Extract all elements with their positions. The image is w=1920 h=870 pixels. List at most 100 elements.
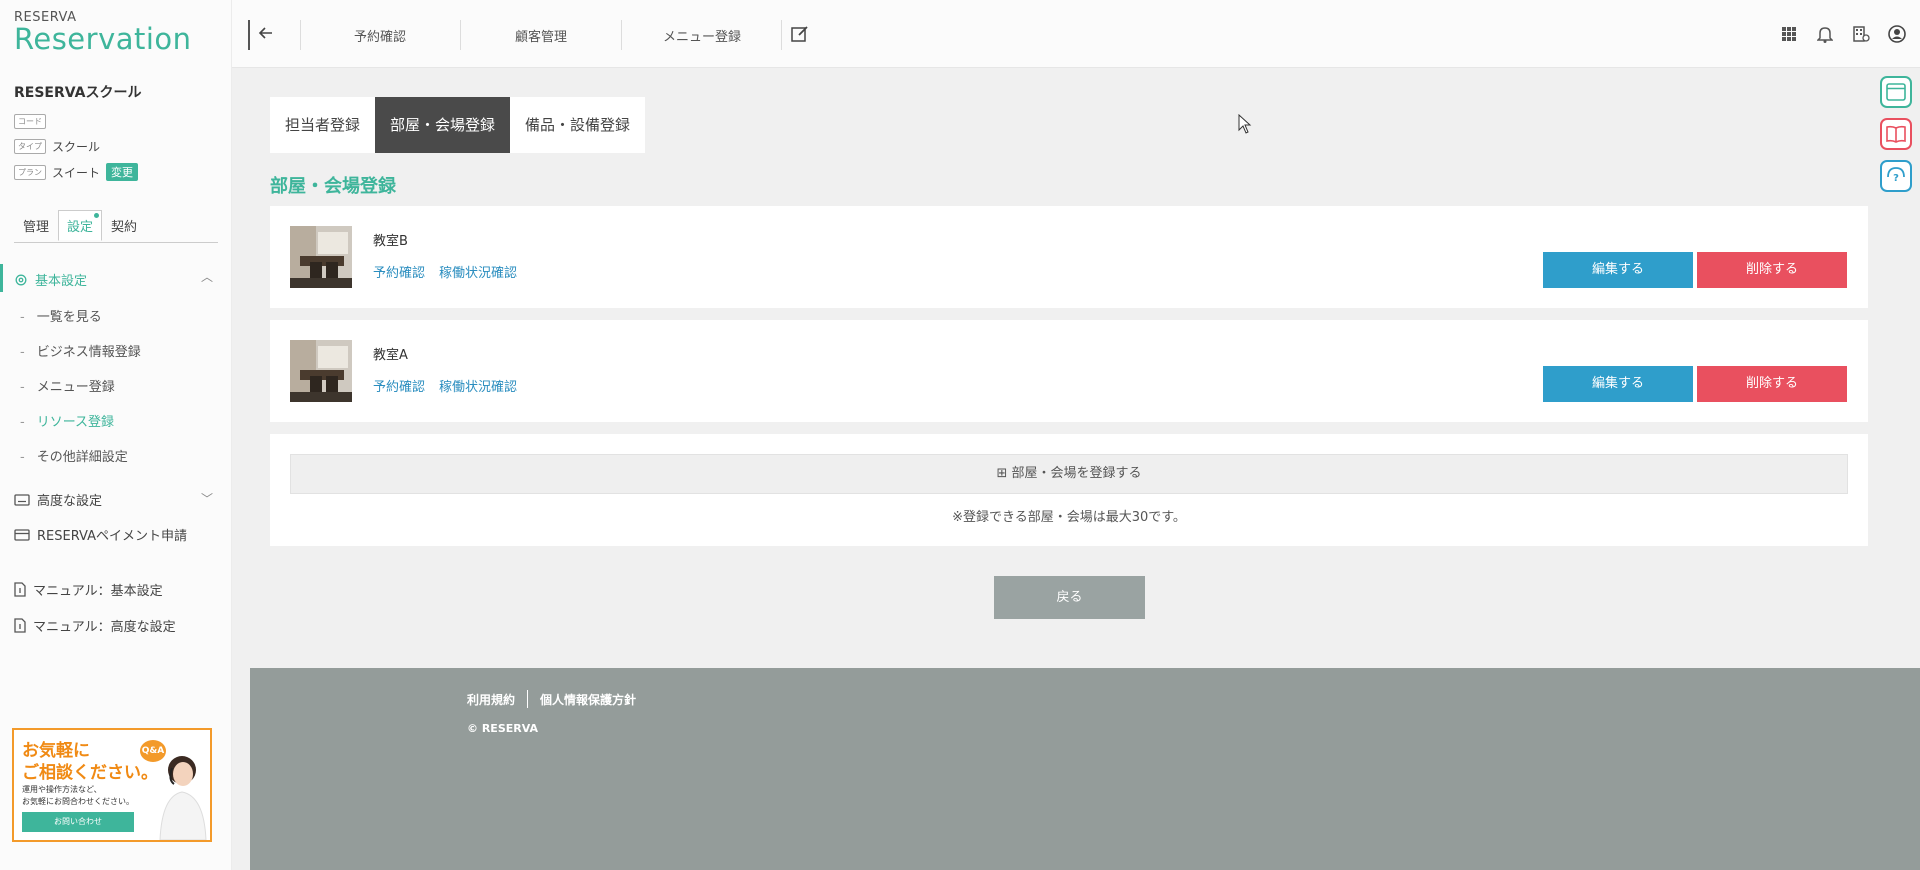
building-icon[interactable] [1850,23,1872,45]
availability-check-link[interactable]: 稼働状況確認 [439,262,517,281]
chevron-up-icon[interactable]: ︿ [201,268,213,285]
sidebar-item-basic-settings[interactable]: 基本設定 [14,270,87,289]
contact-promo-banner[interactable]: お気軽に ご相談ください。 Q&A 運用や操作方法など、 お気軽にお問合わせくだ… [12,728,212,842]
tab-equipment[interactable]: 備品・設備登録 [510,97,645,153]
promo-contact-button[interactable]: お問い合わせ [22,812,134,832]
sidebar-tab-settings[interactable]: 設定 [58,210,103,241]
copyright: © RESERVA [467,722,539,735]
school-name: RESERVAスクール [14,85,142,101]
operator-illustration [159,756,207,840]
room-name: 教室B [373,234,408,249]
grid-icon[interactable] [1778,23,1800,45]
mouse-cursor-icon [1238,114,1252,134]
collapse-divider [248,20,250,50]
back-button[interactable]: 戻る [994,576,1145,619]
sidebar-item-business-info-label: ビジネス情報登録 [36,345,141,360]
reservation-check-link[interactable]: 予約確認 [373,376,425,395]
tab-rooms[interactable]: 部屋・会場登録 [375,97,511,153]
room-card: 教室B 予約確認 稼働状況確認 編集する 削除する [270,206,1868,308]
room-thumbnail [290,226,352,288]
arrow-left-icon[interactable] [257,24,275,46]
terms-link[interactable]: 利用規約 [467,691,515,708]
sidebar-item-basic-settings-label: 基本設定 [35,274,88,289]
sidebar-tab-contract[interactable]: 契約 [102,210,146,241]
reservation-check-link[interactable]: 予約確認 [373,262,425,281]
gear-icon [15,274,27,285]
logo[interactable]: Reservation [14,22,192,56]
room-name: 教室A [373,348,408,363]
room-card: 教室A 予約確認 稼働状況確認 編集する 削除する [270,320,1868,422]
change-plan-button[interactable]: 変更 [106,163,139,181]
edit-button[interactable]: 編集する [1543,366,1693,402]
manual-basic-link[interactable]: マニュアル：基本設定 [14,580,163,599]
delete-button[interactable]: 削除する [1697,366,1847,402]
svg-text:?: ? [1893,173,1899,184]
edit-button[interactable]: 編集する [1543,252,1693,288]
book-icon [1886,125,1906,143]
sidebar-tab-settings-label: 設定 [67,220,94,235]
top-nav-customers[interactable]: 顧客管理 [515,26,567,45]
type-value: スクール [52,140,101,154]
sidebar-item-resource[interactable]: - リソース登録 [20,411,114,430]
meta-type: タイプ スクール [14,138,100,155]
sidebar-item-list-label: 一覧を見る [36,310,102,325]
sidebar-item-menu[interactable]: - メニュー登録 [20,376,115,395]
manual-advanced-link[interactable]: マニュアル：高度な設定 [14,616,176,635]
top-nav-menu[interactable]: メニュー登録 [663,26,741,45]
edit-icon[interactable] [790,24,810,48]
sidebar-tab-manage[interactable]: 管理 [14,210,58,241]
type-tag: タイプ [14,139,46,154]
browser-window-button[interactable] [1880,76,1912,108]
room-limit-note: ※登録できる部屋・会場は最大30です。 [952,510,1186,525]
add-room-card: ⊞ 部屋・会場を登録する ※登録できる部屋・会場は最大30です。 [270,434,1868,546]
meta-plan: プラン スイート 変更 [14,163,139,181]
sidebar-item-resource-label: リソース登録 [36,415,115,430]
sidebar-item-payment[interactable]: RESERVAペイメント申請 [14,525,187,544]
sidebar-item-menu-label: メニュー登録 [36,380,115,395]
room-thumbnail [290,340,352,402]
bell-icon[interactable] [1814,23,1836,45]
notification-dot [94,213,100,218]
user-account-icon[interactable] [1886,23,1908,45]
promo-small-2: お気軽にお問合わせください。 [22,797,134,806]
sidebar-item-advanced-settings[interactable]: 高度な設定 [14,490,102,509]
manual-basic-label: マニュアル：基本設定 [33,584,163,599]
sidebar-item-business-info[interactable]: - ビジネス情報登録 [20,341,141,360]
meta-code: コード [14,114,46,129]
plan-tag: プラン [14,164,46,180]
chevron-down-icon[interactable]: ﹀ [201,490,213,507]
keyboard-icon [14,493,30,506]
sidebar-item-other[interactable]: - その他詳細設定 [20,446,128,465]
top-bar: 予約確認 顧客管理 メニュー登録 [232,0,1920,68]
sidebar: RESERVA Reservation RESERVAスクール コード タイプ … [0,0,232,870]
sidebar-tab-divider [14,242,218,243]
manual-advanced-label: マニュアル：高度な設定 [33,620,176,635]
tab-staff[interactable]: 担当者登録 [270,97,375,153]
sidebar-item-advanced-settings-label: 高度な設定 [37,494,103,509]
room-links: 予約確認 稼働状況確認 [373,376,517,395]
plan-value: スイート [52,165,101,180]
document-icon [14,618,26,633]
code-tag: コード [14,114,46,129]
promo-small-1: 運用や操作方法など、 [22,785,102,794]
document-icon [14,582,26,597]
footer: 利用規約 個人情報保護方針 © RESERVA [250,668,1920,870]
manual-book-button[interactable] [1880,118,1912,150]
browser-window-icon [1886,83,1906,101]
delete-button[interactable]: 削除する [1697,252,1847,288]
room-links: 予約確認 稼働状況確認 [373,262,517,281]
card-icon [14,528,30,541]
sidebar-item-other-label: その他詳細設定 [36,450,128,465]
resource-tabs: 担当者登録 部屋・会場登録 備品・設備登録 [270,97,646,153]
footer-links: 利用規約 個人情報保護方針 [467,690,636,708]
add-room-button[interactable]: ⊞ 部屋・会場を登録する [290,454,1848,494]
support-button[interactable]: ? [1880,160,1912,192]
headset-help-icon: ? [1887,167,1905,184]
availability-check-link[interactable]: 稼働状況確認 [439,376,517,395]
sidebar-item-list[interactable]: - 一覧を見る [20,306,102,325]
top-right-icons [1778,23,1908,45]
privacy-link[interactable]: 個人情報保護方針 [540,691,636,708]
sidebar-tabs: 管理 設定 契約 [14,210,146,241]
page-title: 部屋・会場登録 [270,176,396,197]
top-nav-reservations[interactable]: 予約確認 [354,26,406,45]
